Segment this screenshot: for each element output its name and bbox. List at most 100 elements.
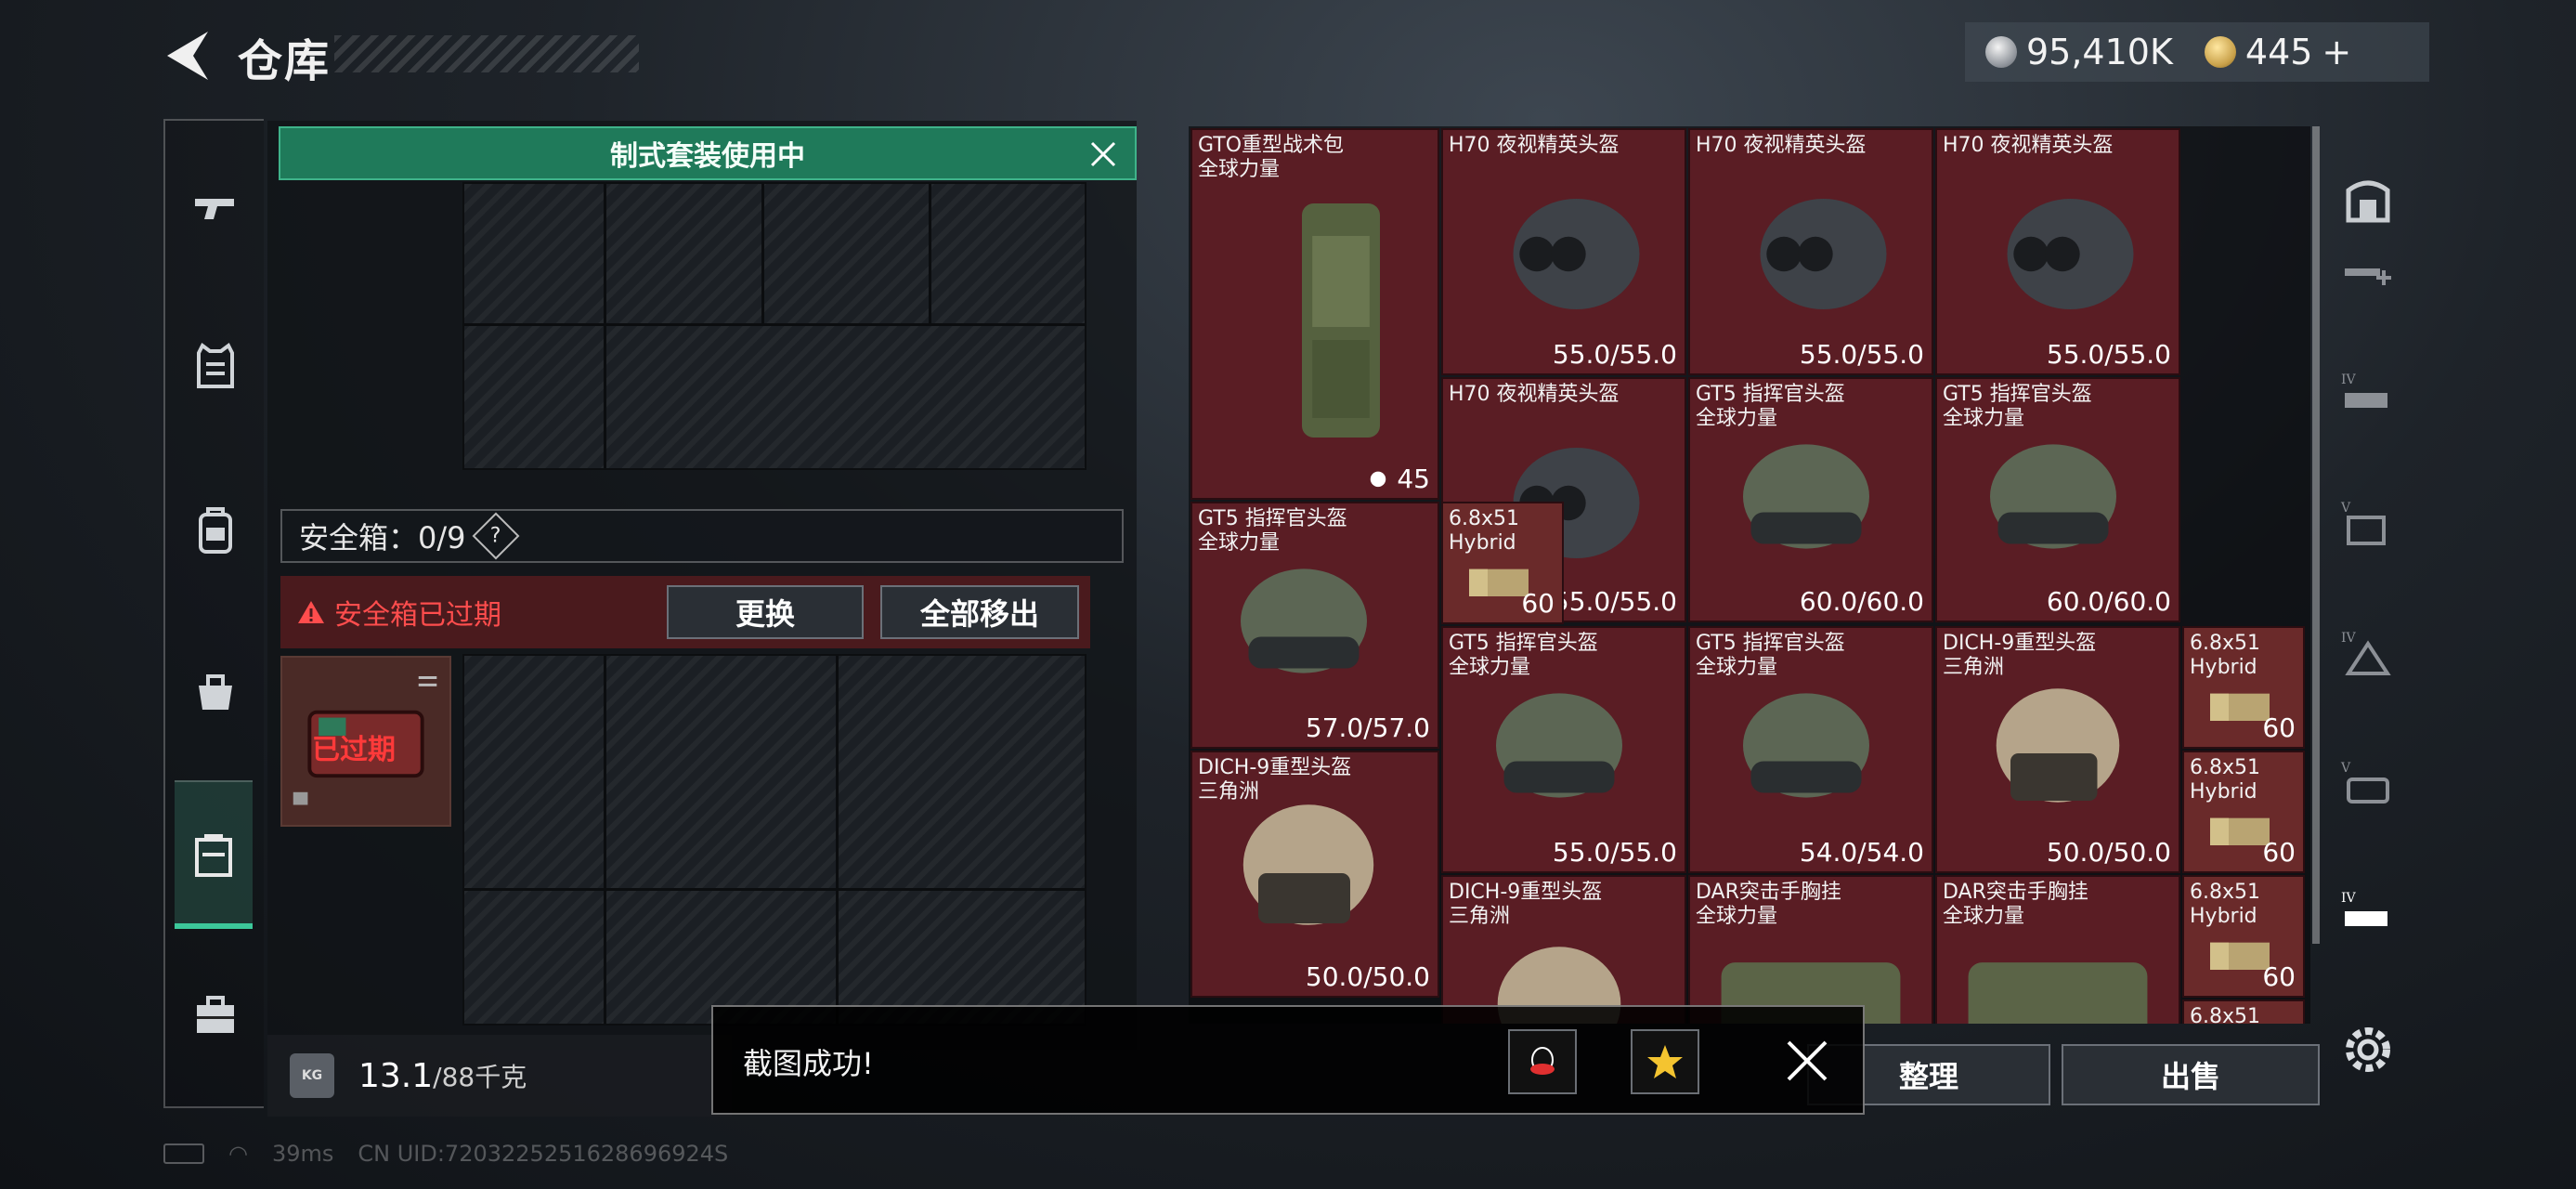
stash-item[interactable]: DAR突击手胸挂 全球力量 xyxy=(1688,875,1933,1024)
nvg-helmet-image xyxy=(2007,199,2134,309)
armor-level-icon: V xyxy=(2340,501,2386,545)
stash-scrollbar[interactable] xyxy=(2312,126,2320,944)
item-durability: 57.0/57.0 xyxy=(1305,712,1430,743)
item-durability: 55.0/55.0 xyxy=(1552,837,1677,868)
rail-item-weapon-iv-active[interactable]: IV xyxy=(2333,881,2403,951)
remove-all-button[interactable]: 全部移出 xyxy=(880,585,1079,639)
weapon-level-icon: IV xyxy=(2341,372,2387,408)
stash-item[interactable]: GT5 指挥官头盔 全球力量 54.0/54.0 xyxy=(1688,626,1933,873)
item-name: DICH-9重型头盔 三角洲 xyxy=(1198,756,1352,804)
back-arrow-icon xyxy=(167,32,208,80)
sidebar-item-armor[interactable] xyxy=(178,329,253,403)
item-name: GT5 指挥官头盔 全球力量 xyxy=(1198,507,1347,555)
stash-grid[interactable]: GTO重型战术包 全球力量 45 H70 夜视精英头盔 55.0/55.0 H7… xyxy=(1189,126,2310,1024)
item-name: GT5 指挥官头盔 全球力量 xyxy=(1696,632,1845,679)
rail-item-weapon-add[interactable] xyxy=(2333,238,2403,308)
backpack-image xyxy=(1302,203,1380,438)
stash-item[interactable]: 6.8x51 Hybrid 60 xyxy=(2182,875,2305,998)
container-icon xyxy=(2346,180,2390,223)
stash-item[interactable]: H70 夜视精英头盔 55.0/55.0 xyxy=(1935,128,2180,375)
back-button[interactable] xyxy=(160,28,215,84)
item-count: 60 xyxy=(2262,961,2296,992)
sidebar-item-briefcase[interactable] xyxy=(178,977,253,1052)
weight-value: 13.1 xyxy=(358,1056,434,1095)
category-sidebar xyxy=(163,119,264,1108)
sidebar-item-bag[interactable] xyxy=(178,652,253,726)
stash-item[interactable]: 6.8x51 xyxy=(2182,1000,2305,1024)
item-name: 6.8x51 Hybrid xyxy=(2190,632,2261,679)
rail-item-helmet-iv[interactable]: IV xyxy=(2333,621,2403,691)
stash-item[interactable]: GT5 指挥官头盔 全球力量 55.0/55.0 xyxy=(1441,626,1686,873)
title-decoration xyxy=(334,35,639,72)
item-name: DICH-9重型头盔 三角洲 xyxy=(1943,632,2097,679)
expired-label: 已过期 xyxy=(312,734,396,766)
stash-item[interactable]: 6.8x51 Hybrid 60 xyxy=(1441,502,1564,624)
stash-item[interactable]: H70 夜视精英头盔 55.0/55.0 xyxy=(1441,128,1686,375)
item-count: 45 xyxy=(1368,464,1430,494)
rail-item-weapon-iv[interactable]: IV xyxy=(2333,362,2403,433)
item-name: 6.8x51 Hybrid xyxy=(2190,756,2261,804)
stash-item[interactable]: GTO重型战术包 全球力量 45 xyxy=(1190,128,1439,500)
stash-item[interactable]: H70 夜视精英头盔 55.0/55.0 xyxy=(1688,128,1933,375)
suit-banner: 制式套装使用中 xyxy=(279,126,1137,180)
safebox-slot[interactable]: 已过期 xyxy=(280,656,451,827)
weapon-level-icon: IV xyxy=(2341,891,2387,926)
item-name: DAR突击手胸挂 全球力量 xyxy=(1943,881,2088,928)
close-icon[interactable] xyxy=(1086,137,1120,171)
weapon-add-icon xyxy=(2345,268,2391,285)
battery-icon xyxy=(163,1143,204,1164)
stash-item[interactable]: GT5 指挥官头盔 全球力量 57.0/57.0 xyxy=(1190,502,1439,749)
item-count: 60 xyxy=(2262,712,2296,743)
silver-coin-icon xyxy=(1985,36,2017,68)
stash-item[interactable]: GT5 指挥官头盔 全球力量 60.0/60.0 xyxy=(1935,377,2180,622)
status-line: ◠ 39ms CN UID:7203225251628696924S xyxy=(163,1141,728,1167)
item-name: DAR突击手胸挂 全球力量 xyxy=(1696,881,1841,928)
safebox-capacity: 安全箱：0/9 xyxy=(299,520,466,555)
close-icon[interactable] xyxy=(1783,1037,1831,1085)
sell-button[interactable]: 出售 xyxy=(2062,1044,2320,1105)
svg-text:V: V xyxy=(2340,761,2351,776)
share-qq-button[interactable] xyxy=(1508,1029,1577,1094)
item-name: H70 夜视精英头盔 xyxy=(1449,134,1620,157)
item-name: GT5 指挥官头盔 全球力量 xyxy=(1449,632,1598,679)
svg-text:IV: IV xyxy=(2341,631,2357,646)
dich-helmet-image xyxy=(1242,804,1374,925)
briefcase-icon xyxy=(197,996,234,1033)
rail-item-container[interactable] xyxy=(2333,165,2403,236)
ping-text: 39ms xyxy=(271,1141,334,1167)
page-title: 仓库 xyxy=(238,35,332,87)
svg-text:V: V xyxy=(2340,501,2351,516)
sidebar-item-weapon[interactable] xyxy=(178,171,253,245)
backpack-icon xyxy=(199,507,232,554)
add-gold-button[interactable]: + xyxy=(2322,32,2351,72)
settings-button[interactable] xyxy=(2338,1020,2398,1079)
stash-item[interactable]: DICH-9重型头盔 三角洲 xyxy=(1441,875,1686,1024)
item-durability: 55.0/55.0 xyxy=(1799,339,1924,370)
item-count: 60 xyxy=(1521,588,1555,619)
gold-amount: 445 xyxy=(2244,32,2313,72)
stash-item[interactable]: DICH-9重型头盔 三角洲 50.0/50.0 xyxy=(1935,626,2180,873)
replace-button[interactable]: 更换 xyxy=(667,585,864,639)
item-name: H70 夜视精英头盔 xyxy=(1449,383,1620,406)
stash-item[interactable]: DAR突击手胸挂 全球力量 xyxy=(1935,875,2180,1024)
stash-item[interactable]: 6.8x51 Hybrid 60 xyxy=(2182,751,2305,873)
sidebar-item-backpack[interactable] xyxy=(178,492,253,567)
rail-item-rig-v[interactable]: V xyxy=(2333,751,2403,821)
stash-item[interactable]: GT5 指挥官头盔 全球力量 60.0/60.0 xyxy=(1688,377,1933,622)
rail-item-armor-v[interactable]: V xyxy=(2333,490,2403,561)
currency-bar: 95,410K 445 + xyxy=(1965,22,2429,82)
stash-item[interactable]: 6.8x51 Hybrid 60 xyxy=(2182,626,2305,749)
safebox-grid[interactable] xyxy=(462,654,1086,1026)
nvg-helmet-image xyxy=(1513,199,1640,309)
sidebar-item-safebox[interactable] xyxy=(175,780,253,929)
item-name: GTO重型战术包 全球力量 xyxy=(1198,134,1345,181)
share-qzone-button[interactable] xyxy=(1631,1029,1699,1094)
help-icon[interactable]: ? xyxy=(472,512,519,560)
stash-item[interactable]: DICH-9重型头盔 三角洲 50.0/50.0 xyxy=(1190,751,1439,998)
item-count: 60 xyxy=(2262,837,2296,868)
pistol-icon xyxy=(195,199,234,219)
qq-icon xyxy=(1530,1047,1555,1075)
container-grid[interactable] xyxy=(462,182,1086,470)
item-durability: 55.0/55.0 xyxy=(2046,339,2171,370)
item-name: GT5 指挥官头盔 全球力量 xyxy=(1943,383,2092,430)
